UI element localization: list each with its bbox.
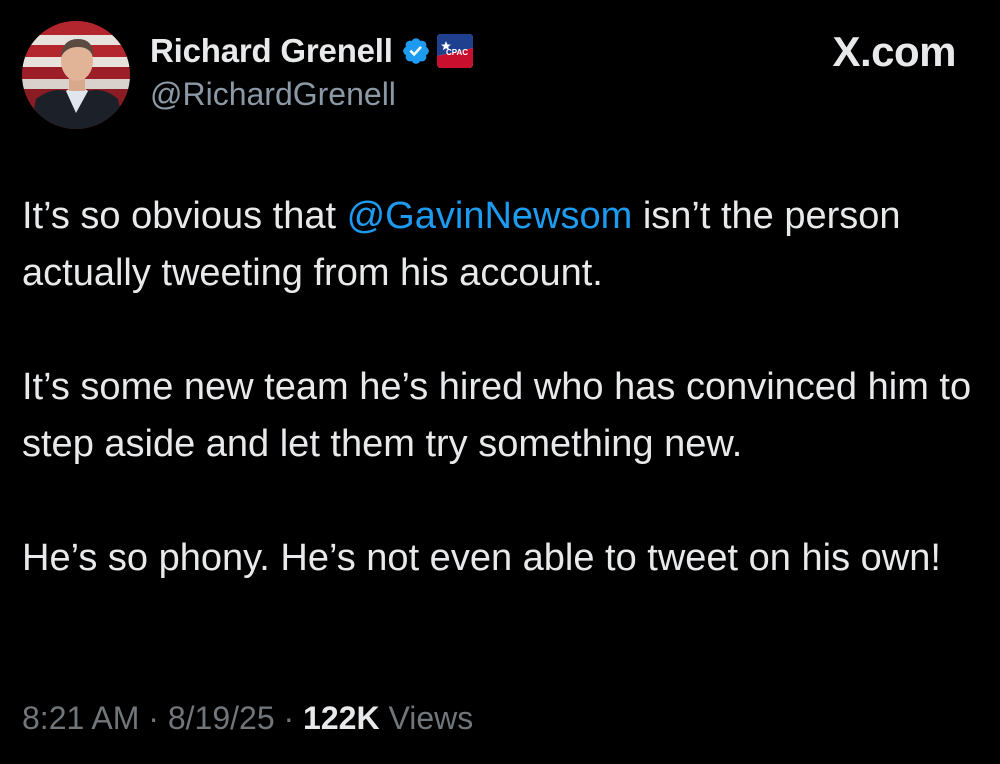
cpac-badge-text: CPAC: [446, 48, 468, 57]
tweet-paragraph-3: He’s so phony. He’s not even able to twe…: [22, 537, 941, 579]
avatar-image: [22, 21, 130, 129]
meta-separator: ·: [274, 700, 304, 736]
tweet-text-segment: It’s so obvious that: [22, 195, 347, 237]
tweet-paragraph-2: It’s some new team he’s hired who has co…: [22, 366, 972, 465]
tweet-metadata: 8:21 AM · 8/19/25 · 122K Views: [22, 700, 473, 737]
mention-link[interactable]: @GavinNewsom: [347, 195, 633, 237]
x-logo-label: X.com: [832, 28, 956, 75]
verified-badge-icon[interactable]: [401, 36, 431, 66]
cpac-affiliation-badge[interactable]: CPAC: [436, 34, 473, 68]
tweet-card: Richard Grenell CPAC @RichardGrenell X.c…: [0, 0, 1000, 764]
tweet-paragraph-1: It’s so obvious that @GavinNewsom isn’t …: [22, 188, 972, 302]
meta-separator: ·: [139, 700, 168, 736]
views-count[interactable]: 122K: [303, 700, 380, 736]
tweet-time[interactable]: 8:21 AM: [22, 700, 139, 736]
tweet-date[interactable]: 8/19/25: [168, 700, 275, 736]
tweet-text: It’s so obvious that @GavinNewsom isn’t …: [22, 188, 972, 587]
avatar[interactable]: [22, 21, 130, 129]
author-handle[interactable]: @RichardGrenell: [150, 76, 396, 113]
views-label: Views: [379, 700, 474, 736]
author-display-name[interactable]: Richard Grenell: [150, 32, 393, 70]
author-name-row: Richard Grenell CPAC: [150, 26, 473, 76]
